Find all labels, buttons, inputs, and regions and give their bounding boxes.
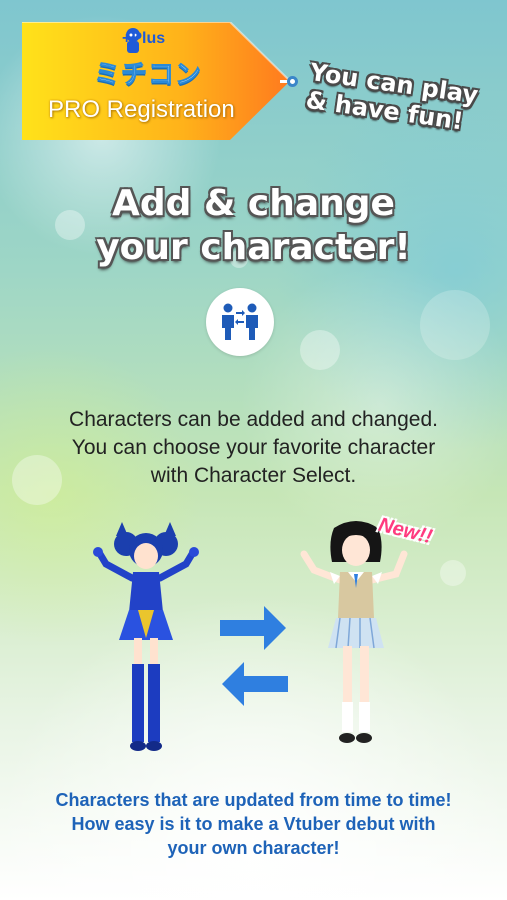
swap-arrows-icon (220, 606, 288, 706)
tagline: You can play & have fun! (304, 58, 500, 140)
footer-line-3: your own character! (167, 838, 340, 858)
footer-line-2: How easy is it to make a Vtuber debut wi… (71, 814, 436, 834)
footer-line-1: Characters that are updated from time to… (55, 790, 452, 810)
description-line-1: Characters can be added and changed. (69, 408, 438, 431)
banner-title: PRO Registration (48, 96, 235, 123)
heading-line-2: your character! (96, 227, 411, 268)
bokeh-decoration (440, 560, 466, 586)
description: Characters can be added and changed. You… (0, 406, 507, 490)
app-logo: ミチコン (93, 60, 203, 91)
description-line-2: You can choose your favorite character (71, 436, 436, 459)
connector-dot (287, 76, 298, 87)
character-schoolgirl (300, 521, 408, 743)
swap-people-icon (206, 288, 274, 356)
footer-text: Characters that are updated from time to… (0, 788, 507, 860)
page-heading: Add & change your character! (0, 182, 507, 270)
description-line-3: with Character Select. (150, 464, 357, 487)
character-blue-idol (93, 522, 199, 751)
heading-line-1: Add & change (112, 183, 395, 224)
bokeh-decoration (300, 330, 340, 370)
pro-registration-banner[interactable]: +Plus ミチコン PRO Registration (22, 22, 290, 140)
logo-plus-text: +Plus (122, 30, 166, 47)
bokeh-decoration (420, 290, 490, 360)
